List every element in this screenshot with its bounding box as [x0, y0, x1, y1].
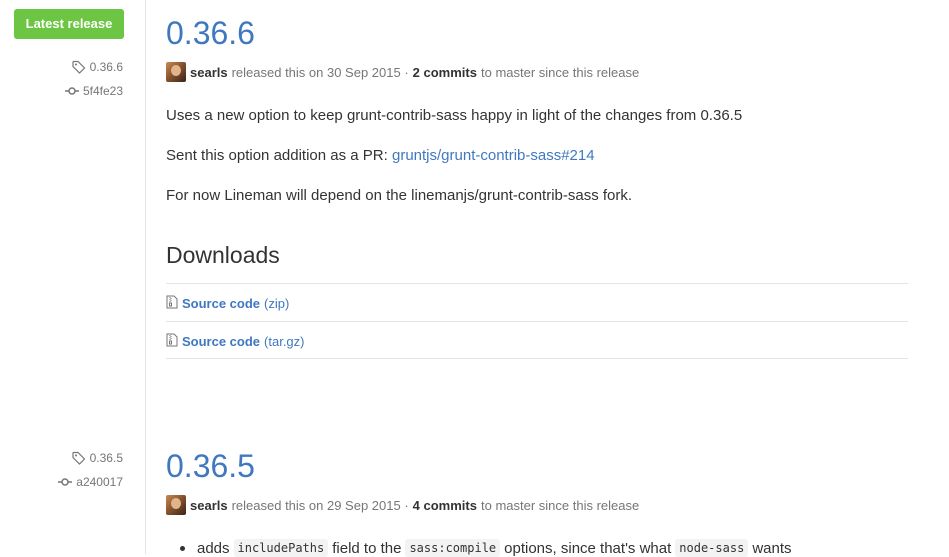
released-text: released this on 29 Sep 2015 · — [231, 497, 409, 513]
download-ext: (zip) — [264, 295, 290, 311]
file-zip-icon — [166, 333, 178, 350]
pr-link[interactable]: gruntjs/grunt-contrib-sass#214 — [392, 147, 595, 164]
inline-code: node-sass — [675, 539, 749, 557]
release-title[interactable]: 0.36.5 — [166, 446, 255, 486]
list-item: adds includePaths field to the sass:comp… — [180, 539, 792, 557]
tag-label: 0.36.5 — [89, 451, 123, 465]
release-commit[interactable]: 5f4fe23 — [64, 84, 123, 98]
since-text: to master since this release — [480, 64, 640, 80]
release-note-line: For now Lineman will depend on the linem… — [166, 187, 633, 204]
released-text: released this on 30 Sep 2015 · — [231, 64, 409, 80]
release-tag[interactable]: 0.36.5 — [72, 451, 123, 465]
download-name: Source code — [182, 295, 261, 311]
release-byline: searls released this on 29 Sep 2015 · 4 … — [166, 495, 639, 515]
release-note-line: Uses a new option to keep grunt-contrib-… — [166, 107, 743, 124]
commit-icon — [64, 86, 79, 96]
file-zip-icon — [166, 295, 178, 312]
commits-link[interactable]: 2 commits — [413, 65, 477, 80]
bullet-dot — [180, 545, 185, 551]
latest-release-badge: Latest release — [14, 9, 124, 39]
author-link[interactable]: searls — [190, 498, 228, 513]
avatar[interactable] — [166, 62, 186, 82]
download-zip[interactable]: Source code (zip) — [166, 283, 908, 322]
commits-link[interactable]: 4 commits — [413, 498, 477, 513]
release-tag[interactable]: 0.36.6 — [72, 60, 123, 74]
avatar[interactable] — [166, 495, 186, 515]
download-name: Source code — [182, 333, 261, 349]
tag-icon — [72, 60, 86, 74]
release-note-text: Sent this option addition as a PR: — [166, 147, 392, 164]
release-title[interactable]: 0.36.6 — [166, 13, 255, 53]
release-commit[interactable]: a240017 — [58, 475, 123, 489]
since-text: to master since this release — [480, 497, 640, 513]
downloads-heading: Downloads — [166, 242, 280, 268]
inline-code: includePaths — [233, 539, 329, 557]
tag-icon — [72, 451, 86, 465]
downloads-divider — [166, 358, 908, 359]
author-link[interactable]: searls — [190, 65, 228, 80]
release-byline: searls released this on 30 Sep 2015 · 2 … — [166, 62, 639, 82]
download-targz[interactable]: Source code (tar.gz) — [166, 321, 908, 360]
download-ext: (tar.gz) — [264, 333, 305, 349]
commit-label: 5f4fe23 — [82, 84, 123, 98]
tag-label: 0.36.6 — [89, 60, 123, 74]
inline-code: sass:compile — [405, 539, 501, 557]
commit-label: a240017 — [76, 475, 123, 489]
commit-icon — [58, 477, 73, 487]
release-note-line: Sent this option addition as a PR: grunt… — [166, 147, 595, 164]
sidebar-divider — [145, 0, 146, 554]
